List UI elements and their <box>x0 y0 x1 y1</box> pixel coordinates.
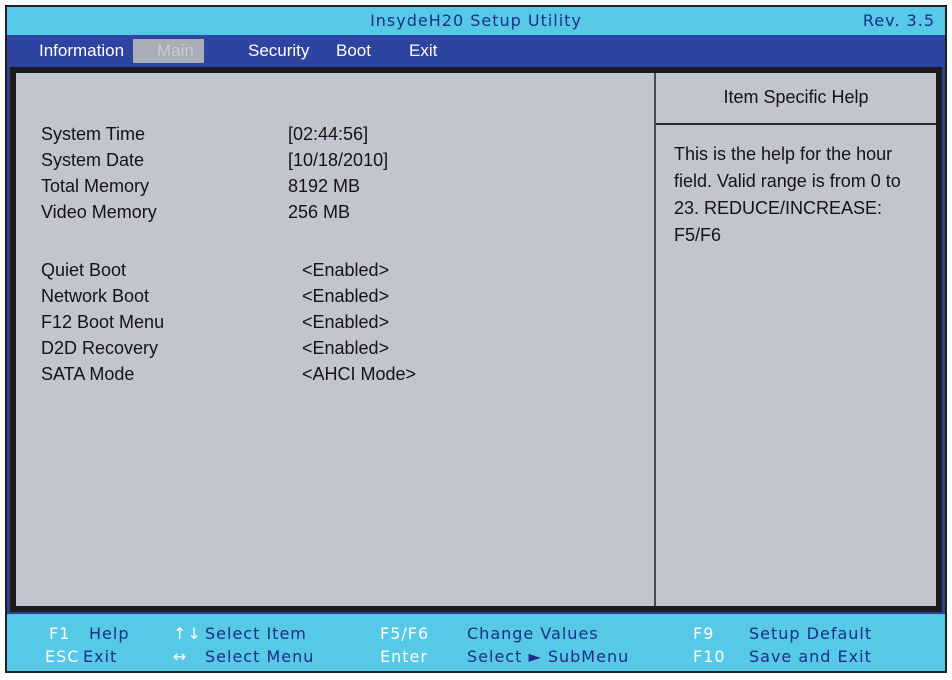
help-line: F5/F6 <box>674 225 722 245</box>
network-boot-value[interactable]: <Enabled> <box>302 286 389 307</box>
network-boot-label: Network Boot <box>41 286 150 306</box>
sata-mode-label: SATA Mode <box>41 364 135 384</box>
f1-key: F1 <box>49 624 71 643</box>
f5f6-key: F5/F6 <box>380 624 430 643</box>
help-line: 23. REDUCE/INCREASE: <box>674 198 883 218</box>
key-legend-bar: F1 Help ESC Exit ↑↓ Select Item ↔ Select… <box>7 614 945 671</box>
system-date-label: System Date <box>41 150 145 170</box>
system-time-row[interactable]: System Time [02:44:56] <box>41 124 641 150</box>
quiet-boot-label: Quiet Boot <box>41 260 127 280</box>
video-memory-value: 256 MB <box>288 202 351 222</box>
f5f6-desc: Change Values <box>467 624 599 643</box>
app-title: InsydeH20 Setup Utility <box>370 11 582 30</box>
quiet-boot-value[interactable]: <Enabled> <box>302 260 389 281</box>
f12-boot-menu-label: F12 Boot Menu <box>41 312 165 332</box>
system-date-value[interactable]: [10/18/2010] <box>288 150 388 171</box>
help-line: This is the help for the hour <box>674 144 893 164</box>
f9-key: F9 <box>693 624 715 643</box>
leftright-desc: Select Menu <box>205 647 315 666</box>
system-time-label: System Time <box>41 124 146 144</box>
menu-information[interactable]: Information <box>35 39 128 63</box>
title-bar: InsydeH20 Setup Utility Rev. 3.5 <box>7 7 945 35</box>
f12-boot-menu-value[interactable]: <Enabled> <box>302 312 389 333</box>
total-memory-value: 8192 MB <box>288 176 361 196</box>
leftright-arrow-icon: ↔ <box>173 647 188 666</box>
revision-label: Rev. 3.5 <box>862 11 935 30</box>
total-memory-row: Total Memory 8192 MB <box>41 176 641 202</box>
sata-mode-row[interactable]: SATA Mode <AHCI Mode> <box>41 364 641 390</box>
video-memory-row: Video Memory 256 MB <box>41 202 641 228</box>
enter-key: Enter <box>380 647 428 666</box>
menu-bar: Information Main Security Boot Exit <box>7 35 945 67</box>
video-memory-label: Video Memory <box>41 202 157 222</box>
menu-security[interactable]: Security <box>248 39 309 63</box>
f1-desc: Help <box>89 624 130 643</box>
network-boot-row[interactable]: Network Boot <Enabled> <box>41 286 641 312</box>
menu-main[interactable]: Main <box>133 39 204 63</box>
help-line: field. Valid range is from 0 to <box>674 171 901 191</box>
help-pane: Item Specific Help This is the help for … <box>656 73 936 606</box>
d2d-recovery-label: D2D Recovery <box>41 338 159 358</box>
main-panel: System Time [02:44:56] System Date [10/1… <box>16 73 936 606</box>
system-time-value[interactable]: [02:44:56] <box>288 124 368 145</box>
updown-arrow-icon: ↑↓ <box>173 624 202 643</box>
content-frame: System Time [02:44:56] System Date [10/1… <box>10 67 942 612</box>
f10-key: F10 <box>693 647 726 666</box>
d2d-recovery-value[interactable]: <Enabled> <box>302 338 389 359</box>
d2d-recovery-row[interactable]: D2D Recovery <Enabled> <box>41 338 641 364</box>
help-text: This is the help for the hour field. Val… <box>674 141 926 249</box>
help-title: Item Specific Help <box>723 87 869 107</box>
system-date-row[interactable]: System Date [10/18/2010] <box>41 150 641 176</box>
enter-desc: Select ► SubMenu <box>467 647 630 666</box>
esc-desc: Exit <box>83 647 118 666</box>
total-memory-label: Total Memory <box>41 176 150 196</box>
settings-pane: System Time [02:44:56] System Date [10/1… <box>16 73 654 606</box>
updown-desc: Select Item <box>205 624 307 643</box>
menu-exit[interactable]: Exit <box>409 39 437 63</box>
quiet-boot-row[interactable]: Quiet Boot <Enabled> <box>41 260 641 286</box>
help-divider <box>656 123 936 125</box>
f12-boot-menu-row[interactable]: F12 Boot Menu <Enabled> <box>41 312 641 338</box>
sata-mode-value[interactable]: <AHCI Mode> <box>302 364 416 385</box>
bios-window: InsydeH20 Setup Utility Rev. 3.5 Informa… <box>5 5 947 673</box>
menu-boot[interactable]: Boot <box>336 39 371 63</box>
f10-desc: Save and Exit <box>749 647 872 666</box>
f9-desc: Setup Default <box>749 624 873 643</box>
esc-key: ESC <box>45 647 80 666</box>
